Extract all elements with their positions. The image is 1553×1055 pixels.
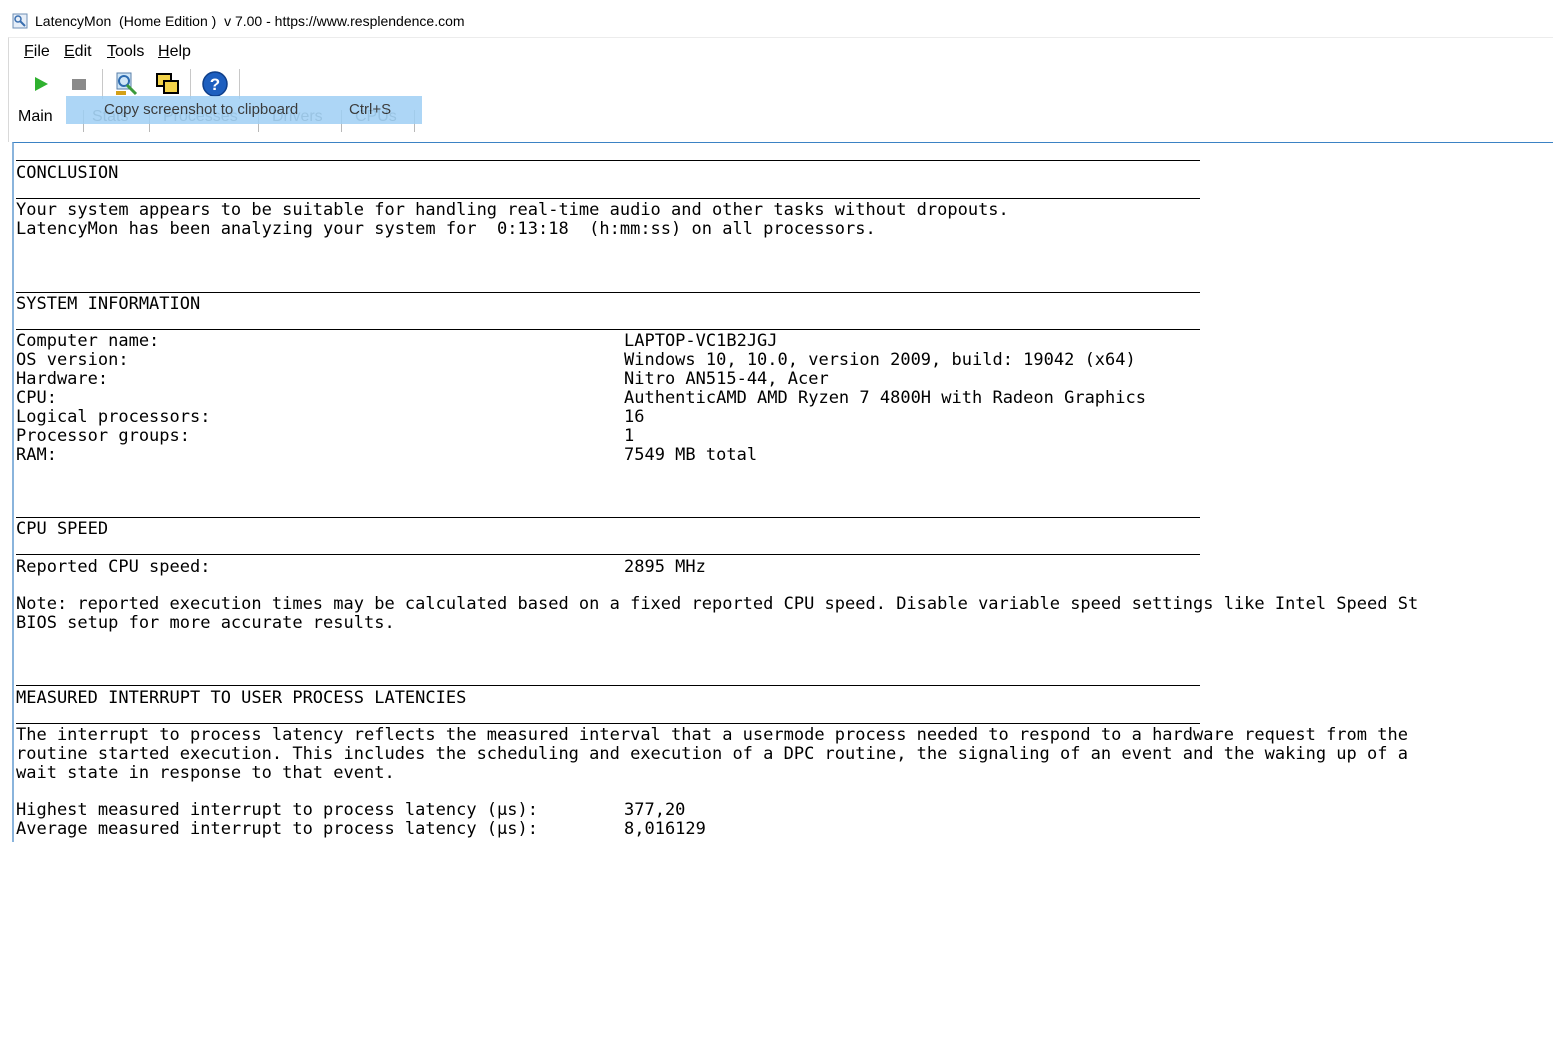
cpu-speed-note-1: Note: reported execution times may be ca…: [16, 594, 1419, 614]
sysinfo-label: Logical processors:: [16, 407, 211, 427]
menu-edit-label: dit: [74, 43, 92, 60]
section-rule: [16, 198, 1200, 199]
conclusion-heading: CONCLUSION: [16, 163, 119, 183]
sysinfo-label: OS version:: [16, 350, 129, 370]
cpu-speed-label: Reported CPU speed:: [16, 557, 211, 577]
average-latency-label: Average measured interrupt to process la…: [16, 819, 538, 839]
sysinfo-value: 1: [624, 426, 635, 446]
sysinfo-label: Hardware:: [16, 369, 109, 389]
cpu-speed-value: 2895 MHz: [624, 557, 706, 577]
menu-tools-label: ools: [115, 43, 145, 60]
sysinfo-value: Windows 10, 10.0, version 2009, build: 1…: [624, 350, 1136, 370]
menu-file[interactable]: File: [24, 43, 50, 61]
system-info-heading: SYSTEM INFORMATION: [16, 294, 201, 314]
section-rule: [16, 329, 1200, 330]
toolbar-separator: [239, 69, 240, 99]
latencymon-app-icon: [12, 13, 28, 29]
menu-edit-accel: E: [64, 43, 75, 60]
interrupt-paragraph-line-3: wait state in response to that event.: [16, 763, 395, 783]
section-rule: [16, 517, 1200, 518]
sysinfo-label: RAM:: [16, 445, 57, 465]
help-button[interactable]: ?: [201, 70, 229, 98]
window-title: LatencyMon (Home Edition ) v 7.00 - http…: [35, 13, 465, 29]
menu-edit[interactable]: Edit: [64, 43, 92, 61]
menu-help[interactable]: Help: [158, 43, 191, 61]
toolbar-separator: [102, 69, 103, 99]
sysinfo-value: 16: [624, 407, 645, 427]
cpu-speed-heading: CPU SPEED: [16, 519, 109, 539]
sysinfo-value: 7549 MB total: [624, 445, 758, 465]
sysinfo-label: CPU:: [16, 388, 57, 408]
sysinfo-value: Nitro AN515-44, Acer: [624, 369, 829, 389]
conclusion-line-2: LatencyMon has been analyzing your syste…: [16, 219, 876, 239]
conclusion-line-1: Your system appears to be suitable for h…: [16, 200, 1009, 220]
stop-icon: [72, 79, 86, 90]
title-bar: LatencyMon (Home Edition ) v 7.00 - http…: [0, 0, 1553, 37]
toolbar-separator: [190, 69, 191, 99]
cpu-speed-note-2: BIOS setup for more accurate results.: [16, 613, 395, 633]
tab-main[interactable]: Main: [18, 108, 53, 132]
report-panel[interactable]: CONCLUSION Your system appears to be sui…: [12, 142, 1553, 842]
tooltip-shortcut: Ctrl+S: [349, 101, 392, 118]
interrupt-paragraph-line-2: routine started execution. This includes…: [16, 744, 1408, 764]
tooltip-label: Copy screenshot to clipboard: [104, 101, 299, 118]
magnifier-wrench-icon: [116, 72, 138, 96]
highest-latency-label: Highest measured interrupt to process la…: [16, 800, 538, 820]
sysinfo-label: Processor groups:: [16, 426, 190, 446]
average-latency-value: 8,016129: [624, 819, 706, 839]
stop-button[interactable]: [65, 70, 93, 98]
menu-bar: File Edit Tools Help: [8, 37, 1553, 66]
section-rule: [16, 292, 1200, 293]
section-rule: [16, 160, 1200, 161]
section-rule: [16, 554, 1200, 555]
section-rule: [16, 723, 1200, 724]
interrupt-heading: MEASURED INTERRUPT TO USER PROCESS LATEN…: [16, 688, 467, 708]
play-icon: [35, 77, 48, 91]
menu-tools[interactable]: Tools: [107, 43, 144, 61]
sysinfo-value: LAPTOP-VC1B2JGJ: [624, 331, 778, 351]
copy-screenshot-button[interactable]: [154, 70, 182, 98]
analyze-button[interactable]: [113, 70, 141, 98]
sysinfo-label: Computer name:: [16, 331, 160, 351]
menu-file-accel: F: [24, 43, 34, 60]
help-icon: ?: [202, 71, 228, 97]
menu-tools-accel: T: [107, 43, 115, 60]
menu-file-label: ile: [33, 43, 50, 60]
menu-help-label: elp: [169, 43, 191, 60]
interrupt-paragraph-line-1: The interrupt to process latency reflect…: [16, 725, 1408, 745]
section-rule: [16, 685, 1200, 686]
copy-screenshot-tooltip: Copy screenshot to clipboard Ctrl+S: [66, 96, 422, 124]
start-button[interactable]: [27, 70, 55, 98]
svg-text:?: ?: [210, 75, 220, 94]
sysinfo-value: AuthenticAMD AMD Ryzen 7 4800H with Rade…: [624, 388, 1146, 408]
highest-latency-value: 377,20: [624, 800, 686, 820]
copy-windows-icon: [156, 73, 179, 94]
menu-help-accel: H: [158, 43, 170, 60]
